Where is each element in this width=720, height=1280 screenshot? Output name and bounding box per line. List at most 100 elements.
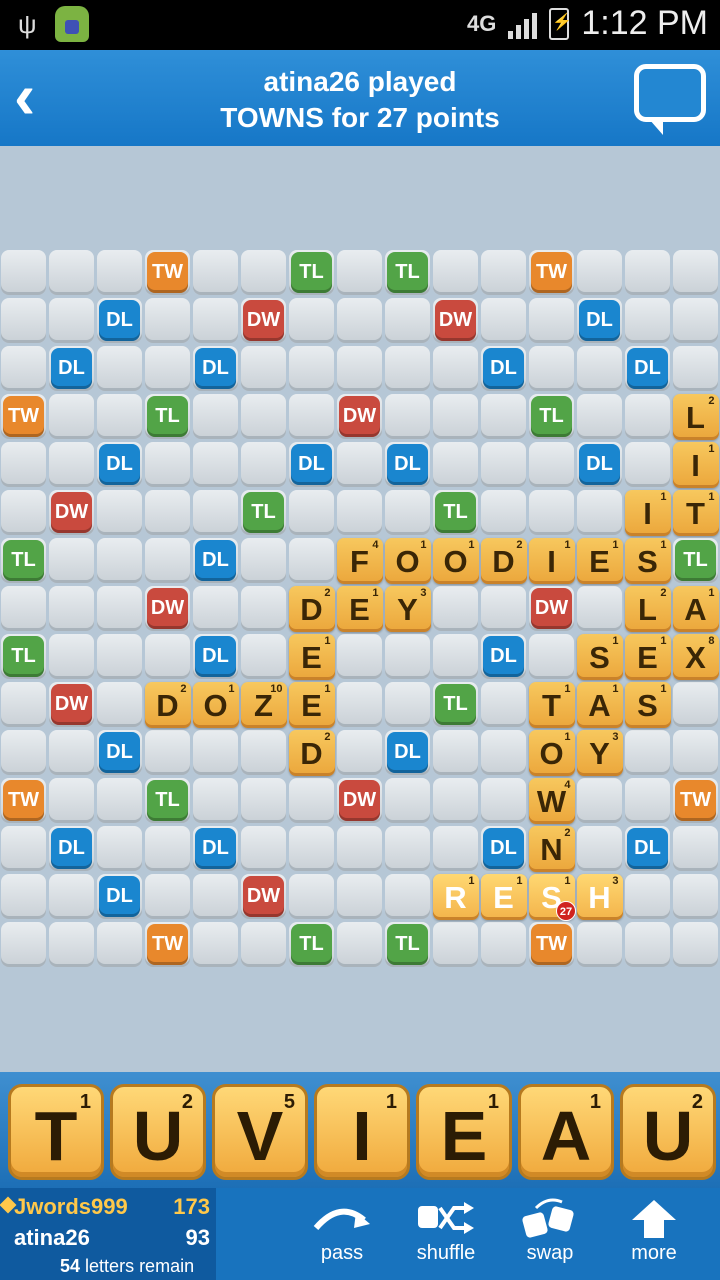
- board-cell[interactable]: [241, 778, 286, 823]
- board-cell[interactable]: [145, 490, 190, 535]
- board-cell[interactable]: [337, 490, 382, 535]
- board-cell[interactable]: [577, 778, 622, 823]
- bonus-square-dl[interactable]: DL: [51, 348, 92, 389]
- board-cell[interactable]: [49, 634, 94, 679]
- bonus-square-tl[interactable]: TL: [147, 780, 188, 821]
- bonus-square-dl[interactable]: DL: [99, 300, 140, 341]
- board-cell[interactable]: [481, 394, 526, 439]
- board-cell[interactable]: [481, 298, 526, 343]
- board-cell[interactable]: [241, 250, 286, 295]
- board-cell[interactable]: [1, 922, 46, 967]
- board-cell[interactable]: [433, 826, 478, 871]
- bonus-square-dl[interactable]: DL: [291, 444, 332, 485]
- board-cell[interactable]: [625, 298, 670, 343]
- bonus-square-tl[interactable]: TL: [435, 684, 476, 725]
- board-cell[interactable]: [673, 874, 718, 919]
- board-cell[interactable]: [145, 346, 190, 391]
- board-cell[interactable]: [1, 442, 46, 487]
- board-cell[interactable]: [241, 346, 286, 391]
- board-cell[interactable]: [49, 730, 94, 775]
- board-cell[interactable]: [145, 826, 190, 871]
- bonus-square-tl[interactable]: TL: [387, 252, 428, 293]
- board-cell[interactable]: [625, 250, 670, 295]
- board-cell[interactable]: [433, 586, 478, 631]
- board-cell[interactable]: [193, 874, 238, 919]
- board-cell[interactable]: [625, 730, 670, 775]
- board-cell[interactable]: [337, 874, 382, 919]
- board-cell[interactable]: [49, 922, 94, 967]
- shuffle-button[interactable]: shuffle: [396, 1188, 496, 1280]
- pass-button[interactable]: pass: [292, 1188, 392, 1280]
- board-cell[interactable]: [385, 778, 430, 823]
- board-cell[interactable]: [481, 682, 526, 727]
- board-cell[interactable]: [481, 730, 526, 775]
- board-cell[interactable]: [481, 442, 526, 487]
- board-cell[interactable]: [145, 538, 190, 583]
- board-cell[interactable]: [337, 442, 382, 487]
- board-cell[interactable]: [673, 298, 718, 343]
- bonus-square-dl[interactable]: DL: [195, 540, 236, 581]
- board-cell[interactable]: [241, 586, 286, 631]
- bonus-square-dl[interactable]: DL: [627, 348, 668, 389]
- bonus-square-dw[interactable]: DW: [147, 588, 188, 629]
- bonus-square-tw[interactable]: TW: [147, 252, 188, 293]
- board-cell[interactable]: [97, 778, 142, 823]
- board-cell[interactable]: [625, 874, 670, 919]
- rack-tile[interactable]: U2: [110, 1084, 206, 1180]
- board-cell[interactable]: [433, 778, 478, 823]
- board-cell[interactable]: [481, 490, 526, 535]
- board-cell[interactable]: [289, 778, 334, 823]
- scoreboard[interactable]: Jwords999 173 atina26 93 54 letters rema…: [0, 1188, 216, 1280]
- bonus-square-dl[interactable]: DL: [51, 828, 92, 869]
- bonus-square-dw[interactable]: DW: [435, 300, 476, 341]
- board-cell[interactable]: [193, 730, 238, 775]
- board-cell[interactable]: [337, 298, 382, 343]
- board-cell[interactable]: [625, 778, 670, 823]
- bonus-square-dw[interactable]: DW: [51, 684, 92, 725]
- board-cell[interactable]: [241, 922, 286, 967]
- bonus-square-dl[interactable]: DL: [387, 732, 428, 773]
- board-cell[interactable]: [433, 634, 478, 679]
- swap-button[interactable]: swap: [500, 1188, 600, 1280]
- bonus-square-dw[interactable]: DW: [339, 396, 380, 437]
- rack-tile[interactable]: U2: [620, 1084, 716, 1180]
- bonus-square-tl[interactable]: TL: [243, 492, 284, 533]
- bonus-square-dl[interactable]: DL: [195, 828, 236, 869]
- rack-tile[interactable]: E1: [416, 1084, 512, 1180]
- bonus-square-tw[interactable]: TW: [3, 396, 44, 437]
- board-cell[interactable]: [625, 922, 670, 967]
- board-cell[interactable]: [97, 346, 142, 391]
- board-cell[interactable]: [241, 442, 286, 487]
- board-cell[interactable]: [289, 538, 334, 583]
- board-cell[interactable]: [193, 394, 238, 439]
- board-cell[interactable]: [193, 586, 238, 631]
- board-cell[interactable]: [529, 490, 574, 535]
- board-cell[interactable]: [97, 826, 142, 871]
- board-cell[interactable]: [97, 490, 142, 535]
- board-cell[interactable]: [49, 874, 94, 919]
- board-cell[interactable]: [1, 874, 46, 919]
- board-cell[interactable]: [241, 730, 286, 775]
- bonus-square-dl[interactable]: DL: [579, 300, 620, 341]
- bonus-square-dl[interactable]: DL: [99, 876, 140, 917]
- board-cell[interactable]: [97, 922, 142, 967]
- bonus-square-tl[interactable]: TL: [675, 540, 716, 581]
- more-button[interactable]: more: [604, 1188, 704, 1280]
- board-cell[interactable]: [577, 394, 622, 439]
- board-cell[interactable]: [481, 922, 526, 967]
- board-cell[interactable]: [1, 730, 46, 775]
- bonus-square-tl[interactable]: TL: [435, 492, 476, 533]
- board-cell[interactable]: [193, 442, 238, 487]
- board-cell[interactable]: [577, 346, 622, 391]
- rack-tile[interactable]: T1: [8, 1084, 104, 1180]
- board-cell[interactable]: [97, 586, 142, 631]
- bonus-square-dl[interactable]: DL: [195, 636, 236, 677]
- board-cell[interactable]: [289, 874, 334, 919]
- board-cell[interactable]: [529, 634, 574, 679]
- board-cell[interactable]: [673, 682, 718, 727]
- board-cell[interactable]: [337, 346, 382, 391]
- board-cell[interactable]: [385, 394, 430, 439]
- bonus-square-tl[interactable]: TL: [3, 540, 44, 581]
- board-cell[interactable]: [529, 298, 574, 343]
- board-cell[interactable]: [241, 634, 286, 679]
